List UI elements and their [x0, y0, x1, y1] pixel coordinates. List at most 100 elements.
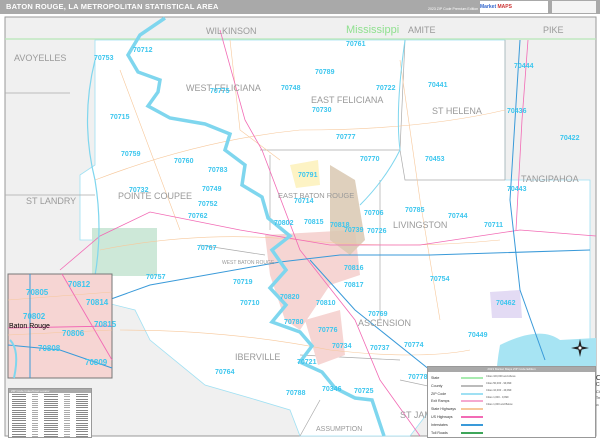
zip-label: 70436	[507, 108, 527, 115]
zip-label: 70752	[198, 201, 218, 208]
edition-label: 2023 ZIP Code Premium Edition	[428, 7, 479, 11]
zip-label: 70722	[376, 85, 396, 92]
zip-label: 70719	[233, 279, 253, 286]
legend-line-swatch	[461, 416, 483, 418]
county-label: ASCENSION	[358, 318, 411, 328]
inset-zip-label: 70812	[68, 280, 91, 289]
legend-item: Toll Roads	[431, 429, 483, 437]
zip-label: 70712	[133, 47, 153, 54]
legend-item: State Highways	[431, 405, 483, 413]
zip-label: 70749	[202, 186, 222, 193]
state-label: Mississippi	[346, 24, 399, 36]
zip-label: 70715	[110, 114, 130, 121]
zip-label: 70744	[448, 213, 468, 220]
index-row	[12, 400, 88, 402]
zip-label: 70760	[174, 158, 194, 165]
legend-line-swatch	[461, 377, 483, 379]
zip-label: 70767	[197, 245, 217, 252]
legend-item: County	[431, 382, 483, 390]
zip-label: 70734	[332, 343, 352, 350]
index-row	[12, 433, 88, 435]
county-label: AVOYELLES	[14, 53, 66, 63]
legend-title: 2023 Market Maps ZIP Code Edition	[428, 367, 595, 372]
zip-label: 70783	[208, 167, 228, 174]
zip-label: 70449	[468, 332, 488, 339]
zip-label: 70737	[370, 345, 390, 352]
zip-label: 70726	[367, 228, 387, 235]
map-legend: 2023 Market Maps ZIP Code Edition State C…	[427, 366, 600, 438]
county-label: ASSUMPTION	[316, 426, 362, 433]
zip-label: 70739	[344, 227, 364, 234]
zip-label: 70761	[346, 41, 366, 48]
zip-label: 70770	[360, 156, 380, 163]
zip-label: 70759	[121, 151, 141, 158]
legend-line-swatch	[461, 408, 483, 411]
index-row	[12, 398, 88, 400]
zip-label: 70820	[280, 294, 300, 301]
legend-item-label: County	[431, 383, 443, 388]
zip-label: 70764	[215, 369, 235, 376]
legend-line-swatch	[461, 431, 483, 434]
index-title: ZIP Code Index/Cost Locator	[9, 389, 91, 393]
county-label: IBERVILLE	[235, 352, 280, 362]
inset-city-label: Baton Rouge	[9, 323, 50, 330]
index-rows	[9, 394, 91, 437]
county-label: EAST FELICIANA	[311, 95, 383, 105]
zip-label: 70817	[344, 282, 364, 289]
inset-zip-label: 70815	[94, 320, 117, 329]
zip-label: 70789	[315, 69, 335, 76]
legend-line-swatch	[461, 423, 483, 426]
county-label: LIVINGSTON	[393, 220, 447, 230]
inset-zip-label: 70814	[86, 298, 109, 307]
index-row	[12, 418, 88, 420]
legend-city-size: Cities 100,000 and AboveCity	[486, 375, 600, 382]
county-label: TANGIPAHOA	[521, 174, 579, 184]
inset-zip-label: 70808	[38, 344, 61, 353]
legend-city-size: Cities 50,000 - 99,999City	[486, 382, 600, 388]
county-label: AMITE	[408, 25, 436, 35]
index-row	[12, 422, 88, 424]
legend-item: Exit Ramps	[431, 397, 483, 405]
zip-label: 70788	[286, 390, 306, 397]
zip-label: 70777	[336, 134, 356, 141]
zip-label: 70706	[364, 210, 384, 217]
index-row	[12, 429, 88, 431]
zip-label: 70443	[507, 186, 527, 193]
zip-label: 70757	[146, 274, 166, 281]
title-bar: BATON ROUGE, LA METROPOLITAN STATISTICAL…	[0, 0, 600, 14]
legend-item-label: Toll Roads	[431, 430, 448, 435]
index-row	[12, 407, 88, 409]
zip-label: 70422	[560, 135, 580, 142]
legend-item: US Highways	[431, 413, 483, 421]
logo-info-box	[552, 1, 596, 13]
index-row	[12, 394, 88, 396]
index-row	[12, 396, 88, 398]
legend-item: Interstates	[431, 421, 483, 429]
zip-label: 70791	[298, 172, 318, 179]
zip-label: 70802	[274, 220, 294, 227]
index-row	[12, 424, 88, 426]
baton-rouge-inset[interactable]: Baton Rouge 70812 70805 70814 70802 70815 708…	[7, 273, 117, 379]
index-row	[12, 435, 88, 437]
zip-label: 70780	[284, 319, 304, 326]
inset-zip-label: 70802	[23, 312, 46, 321]
zip-label: 70462	[496, 300, 516, 307]
zip-label: 70769	[368, 311, 388, 318]
zip-label: 70762	[188, 213, 208, 220]
map-title: BATON ROUGE, LA METROPOLITAN STATISTICAL…	[6, 2, 219, 11]
zip-label: 70444	[514, 63, 534, 70]
legend-item-label: State Highways	[431, 407, 456, 412]
county-label: WILKINSON	[206, 26, 257, 36]
zip-label: 70778	[408, 374, 428, 381]
zip-label: 70748	[281, 85, 301, 92]
zip-label: 70714	[294, 198, 314, 205]
legend-item-label: US Highways	[431, 415, 453, 419]
inset-zip-label: 70805	[26, 288, 49, 297]
legend-item-label: State	[431, 376, 440, 380]
zip-index-table: ZIP Code Index/Cost Locator	[8, 388, 92, 438]
zip-label: 70816	[344, 265, 364, 272]
zip-label: 70810	[316, 300, 336, 307]
legend-item: State	[431, 374, 483, 382]
zip-label: 70725	[354, 388, 374, 395]
zip-label: 70441	[428, 82, 448, 89]
